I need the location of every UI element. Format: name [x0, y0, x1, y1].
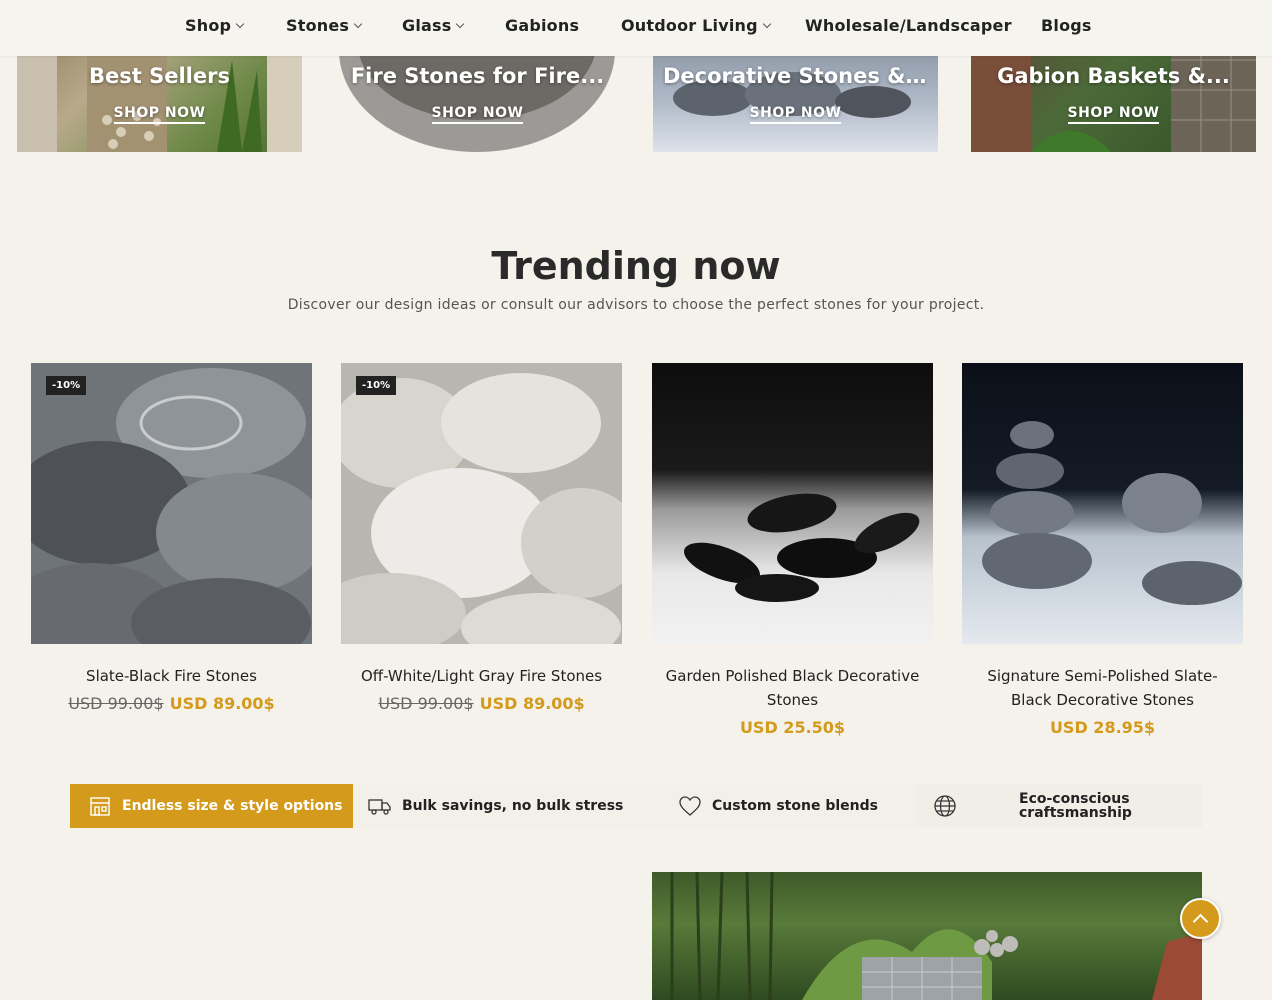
product-image[interactable]	[652, 363, 933, 644]
chevron-down-icon	[456, 19, 465, 28]
old-price: USD 99.00$	[68, 694, 164, 713]
sale-price: USD 89.00$	[169, 694, 275, 713]
chevron-down-icon	[235, 19, 245, 28]
product-image[interactable]	[962, 363, 1243, 644]
nav-item-stones[interactable]: Stones	[286, 16, 363, 35]
main-navigation: Shop Stones Glass Gabions Outdoor Living…	[0, 0, 1272, 56]
category-title: Fire Stones for Fire...	[350, 64, 605, 88]
discount-badge: -10%	[46, 376, 87, 395]
shop-now-link[interactable]: SHOP NOW	[653, 105, 938, 124]
nav-item-blogs[interactable]: Blogs	[1041, 16, 1092, 35]
nav-item-glass[interactable]: Glass	[402, 16, 465, 35]
truck-icon	[368, 799, 391, 815]
shop-now-link[interactable]: SHOP NOW	[17, 105, 302, 124]
chevron-down-icon	[353, 19, 363, 28]
product-image[interactable]: -10%	[341, 363, 622, 644]
product-image[interactable]: -10%	[31, 363, 312, 644]
shop-now-link[interactable]: SHOP NOW	[335, 105, 620, 124]
product-card[interactable]: Garden Polished Black Decorative Stones …	[652, 363, 933, 737]
old-price: USD 99.00$	[378, 694, 474, 713]
nav-item-outdoor-living[interactable]: Outdoor Living	[621, 16, 772, 35]
category-title: Decorative Stones &...	[663, 64, 930, 88]
product-price: USD 99.00$ USD 89.00$	[341, 694, 622, 713]
feature-tab-custom-blends[interactable]: Custom stone blends	[648, 784, 918, 828]
product-price: USD 28.95$	[962, 718, 1243, 737]
feature-tab-endless-options[interactable]: Endless size & style options	[70, 784, 353, 828]
section-title: Trending now	[491, 244, 781, 288]
feature-tab-eco-conscious[interactable]: Eco-conscious craftsmanship	[918, 784, 1202, 828]
product-card[interactable]: -10% Slate-Black Fire Stones USD 99.00$ U…	[31, 363, 312, 713]
product-name[interactable]: Slate-Black Fire Stones	[31, 664, 312, 688]
sale-price: USD 28.95$	[1049, 718, 1156, 737]
scroll-to-top-button[interactable]	[1180, 898, 1221, 939]
product-name[interactable]: Off-White/Light Gray Fire Stones	[341, 664, 622, 688]
nav-item-gabions[interactable]: Gabions	[505, 16, 579, 35]
feature-tab-bulk-savings[interactable]: Bulk savings, no bulk stress	[353, 784, 648, 828]
nav-item-wholesale[interactable]: Wholesale/Landscaper	[805, 16, 1012, 35]
category-title: Best Sellers	[89, 64, 230, 88]
product-price: USD 99.00$ USD 89.00$	[31, 694, 312, 713]
product-card[interactable]: -10% Off-White/Light Gray Fire Stones US…	[341, 363, 622, 713]
product-card[interactable]: Signature Semi-Polished Slate-Black Deco…	[962, 363, 1243, 737]
shop-now-link[interactable]: SHOP NOW	[971, 105, 1256, 124]
garden-gabion-image	[652, 872, 1202, 1000]
sale-price: USD 89.00$	[479, 694, 585, 713]
storefront-icon	[90, 797, 110, 816]
section-subtitle: Discover our design ideas or consult our…	[287, 297, 985, 313]
product-name[interactable]: Garden Polished Black Decorative Stones	[652, 664, 933, 712]
product-name[interactable]: Signature Semi-Polished Slate-Black Deco…	[962, 664, 1243, 712]
sale-price: USD 25.50$	[739, 718, 846, 737]
product-price: USD 25.50$	[652, 718, 933, 737]
chevron-down-icon	[762, 19, 772, 28]
nav-item-shop[interactable]: Shop	[185, 16, 245, 35]
globe-icon	[934, 795, 956, 817]
heart-icon	[679, 796, 701, 816]
discount-badge: -10%	[356, 376, 397, 395]
category-title: Gabion Baskets &...	[997, 64, 1230, 88]
